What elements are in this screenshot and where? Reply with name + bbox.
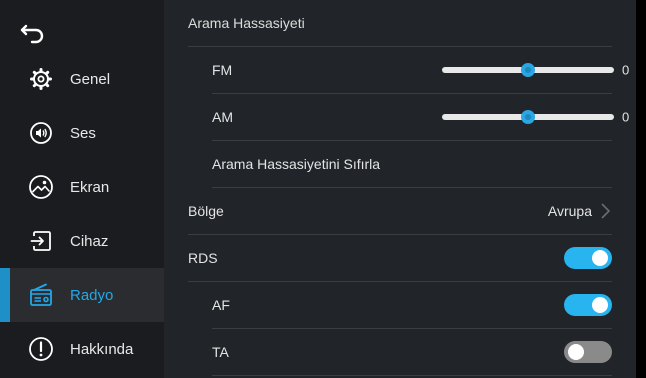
sidebar: Genel Ses Ekran Cihaz Radyo Hakkında (0, 0, 164, 378)
sidebar-item-ekran[interactable]: Ekran (0, 160, 164, 214)
af-row: AF (212, 282, 612, 329)
info-icon (26, 334, 56, 364)
sidebar-item-label: Genel (70, 70, 111, 88)
rds-toggle[interactable] (564, 247, 612, 269)
sidebar-item-label: Ekran (70, 178, 110, 196)
sidebar-item-hakkinda[interactable]: Hakkında (0, 322, 164, 376)
sidebar-item-genel[interactable]: Genel (0, 52, 164, 106)
ta-toggle[interactable] (564, 341, 612, 363)
sidebar-item-label: Ses (70, 124, 96, 142)
am-sensitivity-row: AM 0 (212, 94, 629, 141)
region-row[interactable]: Bölge Avrupa (188, 188, 612, 235)
reset-sensitivity-row[interactable]: Arama Hassasiyetini Sıfırla (212, 141, 612, 188)
gear-icon (26, 64, 56, 94)
rds-label: RDS (188, 250, 218, 266)
radio-settings-screen: Genel Ses Ekran Cihaz Radyo Hakkında Ara… (0, 0, 646, 378)
sidebar-item-label: Hakkında (70, 340, 134, 358)
sidebar-item-label: Cihaz (70, 232, 109, 250)
back-button[interactable] (18, 16, 48, 46)
af-toggle[interactable] (564, 294, 612, 316)
section-title: Arama Hassasiyeti (188, 15, 305, 31)
fm-label: FM (212, 62, 233, 78)
fm-slider[interactable] (442, 63, 614, 77)
fm-sensitivity-row: FM 0 (212, 47, 629, 94)
region-value: Avrupa (547, 203, 592, 219)
sidebar-item-cihaz[interactable]: Cihaz (0, 214, 164, 268)
slider-thumb[interactable] (521, 110, 535, 124)
toggle-knob (592, 250, 608, 266)
af-label: AF (212, 297, 230, 313)
radio-icon (26, 280, 56, 310)
back-arrow-icon (20, 24, 44, 44)
settings-panel: Arama Hassasiyeti FM 0 AM 0 Arama Hassas… (164, 0, 636, 378)
am-label: AM (212, 109, 233, 125)
toggle-knob (568, 344, 584, 360)
reset-sensitivity-label: Arama Hassasiyetini Sıfırla (212, 156, 381, 172)
ta-row: TA (212, 329, 612, 376)
device-icon (26, 226, 56, 256)
am-value: 0 (622, 109, 630, 125)
ta-label: TA (212, 344, 229, 360)
fm-value: 0 (622, 62, 630, 78)
sidebar-item-label: Radyo (70, 286, 114, 304)
chevron-right-icon (601, 203, 611, 219)
display-icon (26, 172, 56, 202)
rds-row: RDS (188, 235, 612, 282)
sensitivity-section-header: Arama Hassasiyeti (188, 0, 612, 47)
slider-thumb[interactable] (521, 63, 535, 77)
region-label: Bölge (188, 203, 224, 219)
speaker-icon (26, 118, 56, 148)
sidebar-item-radyo[interactable]: Radyo (0, 268, 164, 322)
toggle-knob (592, 297, 608, 313)
scrollbar[interactable] (636, 0, 646, 378)
sidebar-item-ses[interactable]: Ses (0, 106, 164, 160)
am-slider[interactable] (442, 110, 614, 124)
